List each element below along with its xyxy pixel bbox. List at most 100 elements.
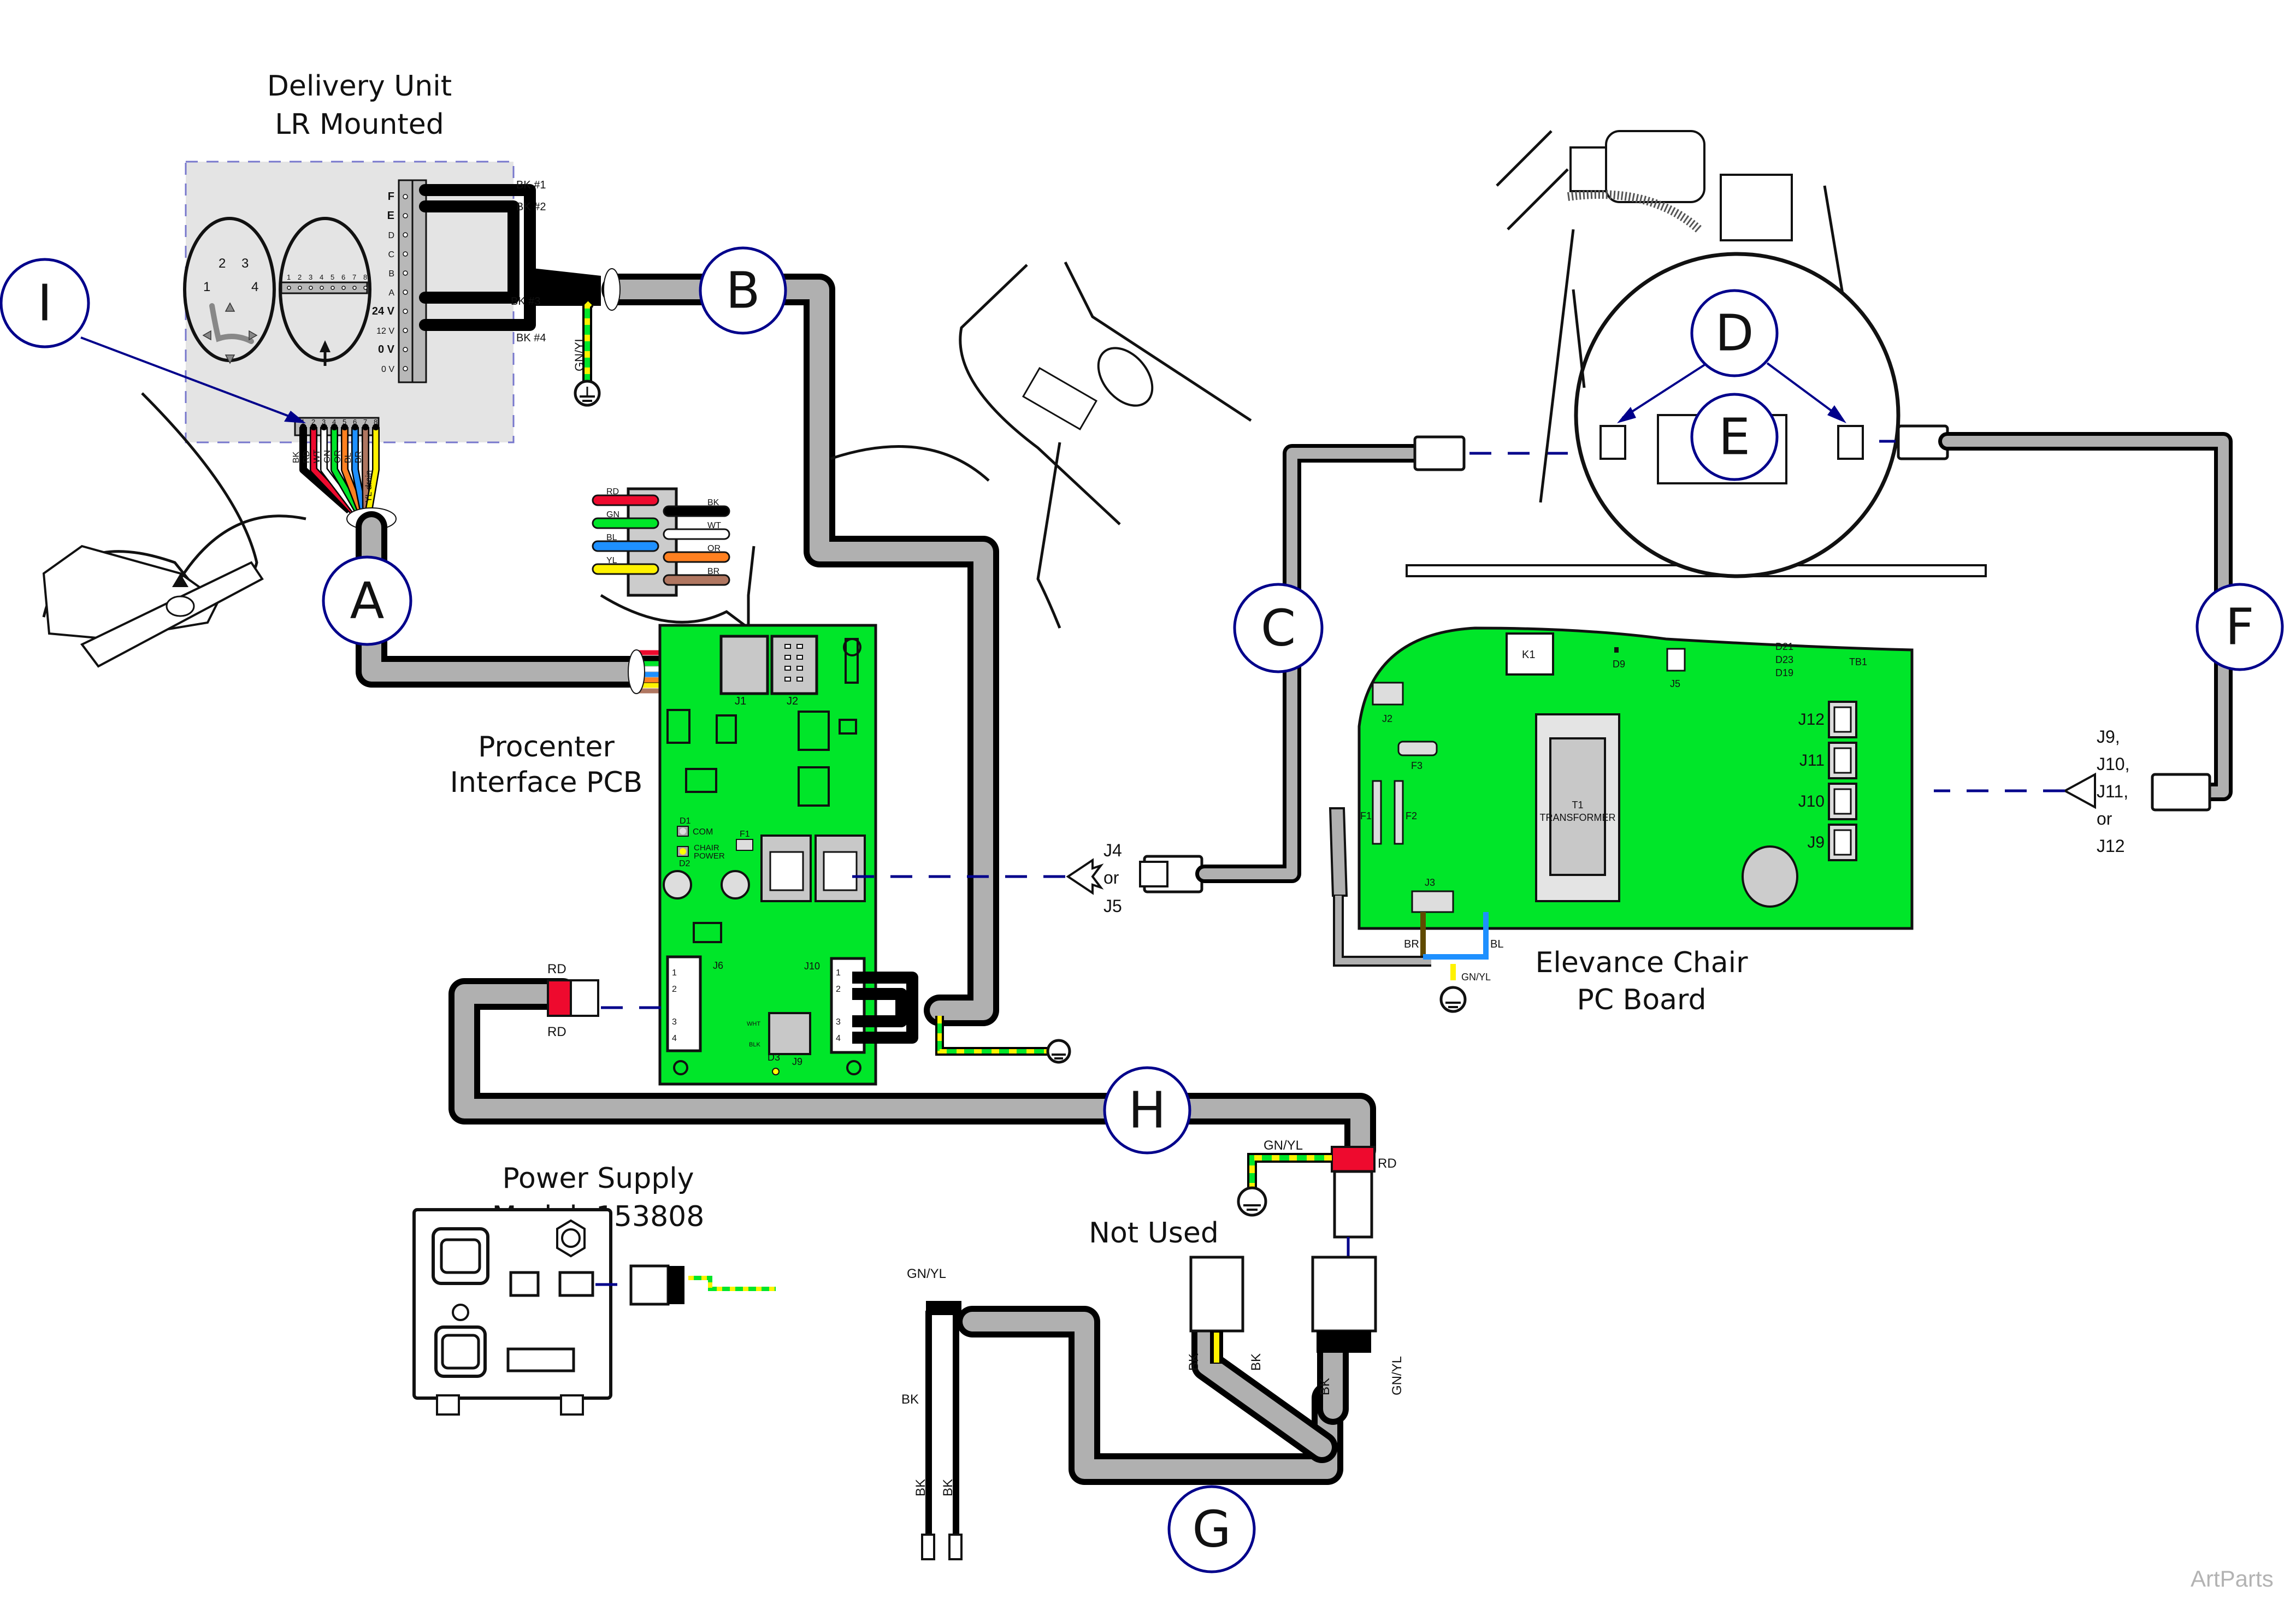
rj-port-label: J12 <box>1798 711 1825 729</box>
legend-wire-bk <box>663 505 730 517</box>
j2-elev-label: J2 <box>1382 713 1392 724</box>
f1-elev-fuse <box>1372 780 1382 845</box>
molex-plug-g[interactable] <box>629 1264 670 1306</box>
legend-label: BK <box>707 498 719 507</box>
header-pin-label: 3 <box>309 273 312 281</box>
not-used-connector <box>1189 1256 1244 1333</box>
transformer-label-1: T1 <box>1572 800 1583 810</box>
callout-label: B <box>725 262 760 320</box>
rj-dual-port[interactable] <box>506 1347 575 1372</box>
j2-header <box>1372 682 1404 706</box>
power-connector[interactable] <box>1311 1256 1377 1333</box>
artparts-watermark: ArtParts <box>2191 1566 2274 1591</box>
ground-icon <box>1046 1039 1071 1064</box>
legend-label: BL <box>606 533 617 542</box>
j4-j5-connector-symbol: J4 or J5 <box>1066 841 1203 916</box>
power-supply: Power Supply Model: 153808 <box>412 1162 704 1416</box>
legend-label: RD <box>606 487 619 496</box>
rd-label-h: RD <box>1378 1156 1397 1171</box>
tb1-label: TB1 <box>1849 656 1867 667</box>
header-pin-label: 7 <box>352 273 356 281</box>
terminal-label: 24 V <box>372 305 395 317</box>
du-ground-label: GN/YL <box>572 335 586 371</box>
terminal-label: 0 V <box>381 365 394 374</box>
terminal-label: E <box>387 210 394 222</box>
d1-com-label: COM <box>693 827 713 837</box>
delivery-unit-title-line2: LR Mounted <box>275 108 444 141</box>
terminal-label: D <box>388 231 394 240</box>
header-pin-label: 4 <box>320 273 323 281</box>
header-pin <box>352 286 357 290</box>
legend-label: GN <box>606 510 619 519</box>
header-pin-label: 8 <box>363 273 367 281</box>
f-label-j10: J10, <box>2097 754 2129 774</box>
bk-label-3: BK #3 <box>511 295 540 307</box>
f-label-j11: J11, <box>2097 782 2128 801</box>
f-label-or: or <box>2097 809 2112 828</box>
callout-a: A <box>322 555 412 646</box>
molex-6pin[interactable] <box>509 1271 540 1297</box>
callout-label: F <box>2226 598 2254 656</box>
procenter-title-line2: Interface PCB <box>450 766 643 799</box>
d-port-left <box>1599 425 1626 460</box>
g-bk-label-2: BK <box>913 1479 928 1496</box>
delivery-unit: Delivery Unit LR Mounted 2 3 1 4 1234567… <box>183 70 601 530</box>
rj-port-label: J10 <box>1798 792 1825 810</box>
transformer-label-2: TRANSFORMER <box>1540 812 1616 823</box>
callout-g: G <box>1167 1485 1256 1573</box>
f3-fuse <box>1397 741 1438 756</box>
rd-label-top: RD <box>547 962 566 976</box>
terminal-label: 12 V <box>376 327 394 336</box>
j3-connector <box>1411 890 1454 913</box>
legend-wire-rd <box>592 494 659 506</box>
header-pin <box>298 286 302 290</box>
j5-label: J5 <box>1103 896 1122 916</box>
legend-wire-or <box>663 551 730 563</box>
d1-label: D1 <box>680 816 691 826</box>
j5-label: J5 <box>1670 678 1680 689</box>
j10-pin-label: 1 <box>836 968 841 978</box>
f1-fuse <box>736 839 753 851</box>
j9-j12-connector-symbol: J9, J10, J11, or J12 <box>2062 727 2129 856</box>
d23-label: D23 <box>1775 654 1793 665</box>
j10-pin-label: 4 <box>836 1034 841 1043</box>
bk-label-2: BK #2 <box>516 201 546 213</box>
f2-fuse <box>1394 780 1404 845</box>
rj-plug-c[interactable] <box>1413 435 1466 471</box>
callout-c: C <box>1233 583 1324 673</box>
procenter-title-line1: Procenter <box>478 731 615 764</box>
ground-icon <box>574 380 601 407</box>
wire-label: YL drain <box>364 470 374 502</box>
terminal-label: 0 V <box>378 344 395 356</box>
keypad-number-2: 2 <box>219 256 226 271</box>
bk-label-4: BK #4 <box>516 332 546 344</box>
wire-label: BK <box>292 451 301 463</box>
d9-label: D9 <box>1613 659 1625 670</box>
header-pin <box>320 286 324 290</box>
j1-label: J1 <box>735 695 746 707</box>
j10-label: J10 <box>804 961 820 972</box>
power-supply-title-line1: Power Supply <box>503 1162 694 1195</box>
d3-led <box>772 1068 780 1075</box>
rj-port-label: J9 <box>1807 833 1825 851</box>
wiring-diagram: Delivery Unit LR Mounted 2 3 1 4 1234567… <box>0 70 2284 1591</box>
spade-terminal-1 <box>921 1534 935 1560</box>
g-bk-label-6: BK <box>1318 1378 1332 1395</box>
molex-8pin[interactable] <box>558 1271 594 1297</box>
bl-label: BL <box>1490 938 1503 950</box>
callout-label: I <box>37 274 52 333</box>
cable-f <box>1938 432 2233 801</box>
j6-label: J6 <box>713 960 723 971</box>
header-pin <box>363 286 368 290</box>
callout-label: D <box>1715 304 1754 363</box>
gnyl-label-elev: GN/YL <box>1461 972 1491 983</box>
or-label: or <box>1103 868 1119 887</box>
header-pin <box>341 286 346 290</box>
terminal-label: C <box>388 250 394 259</box>
f3-label: F3 <box>1411 760 1423 771</box>
g-bk-label-4: BK <box>1187 1353 1201 1371</box>
callout-label: C <box>1261 599 1296 658</box>
rj-plug-f-bottom[interactable] <box>2151 773 2211 812</box>
g-gnyl-label-1: GN/YL <box>907 1266 946 1281</box>
d-port-right <box>1837 425 1864 460</box>
